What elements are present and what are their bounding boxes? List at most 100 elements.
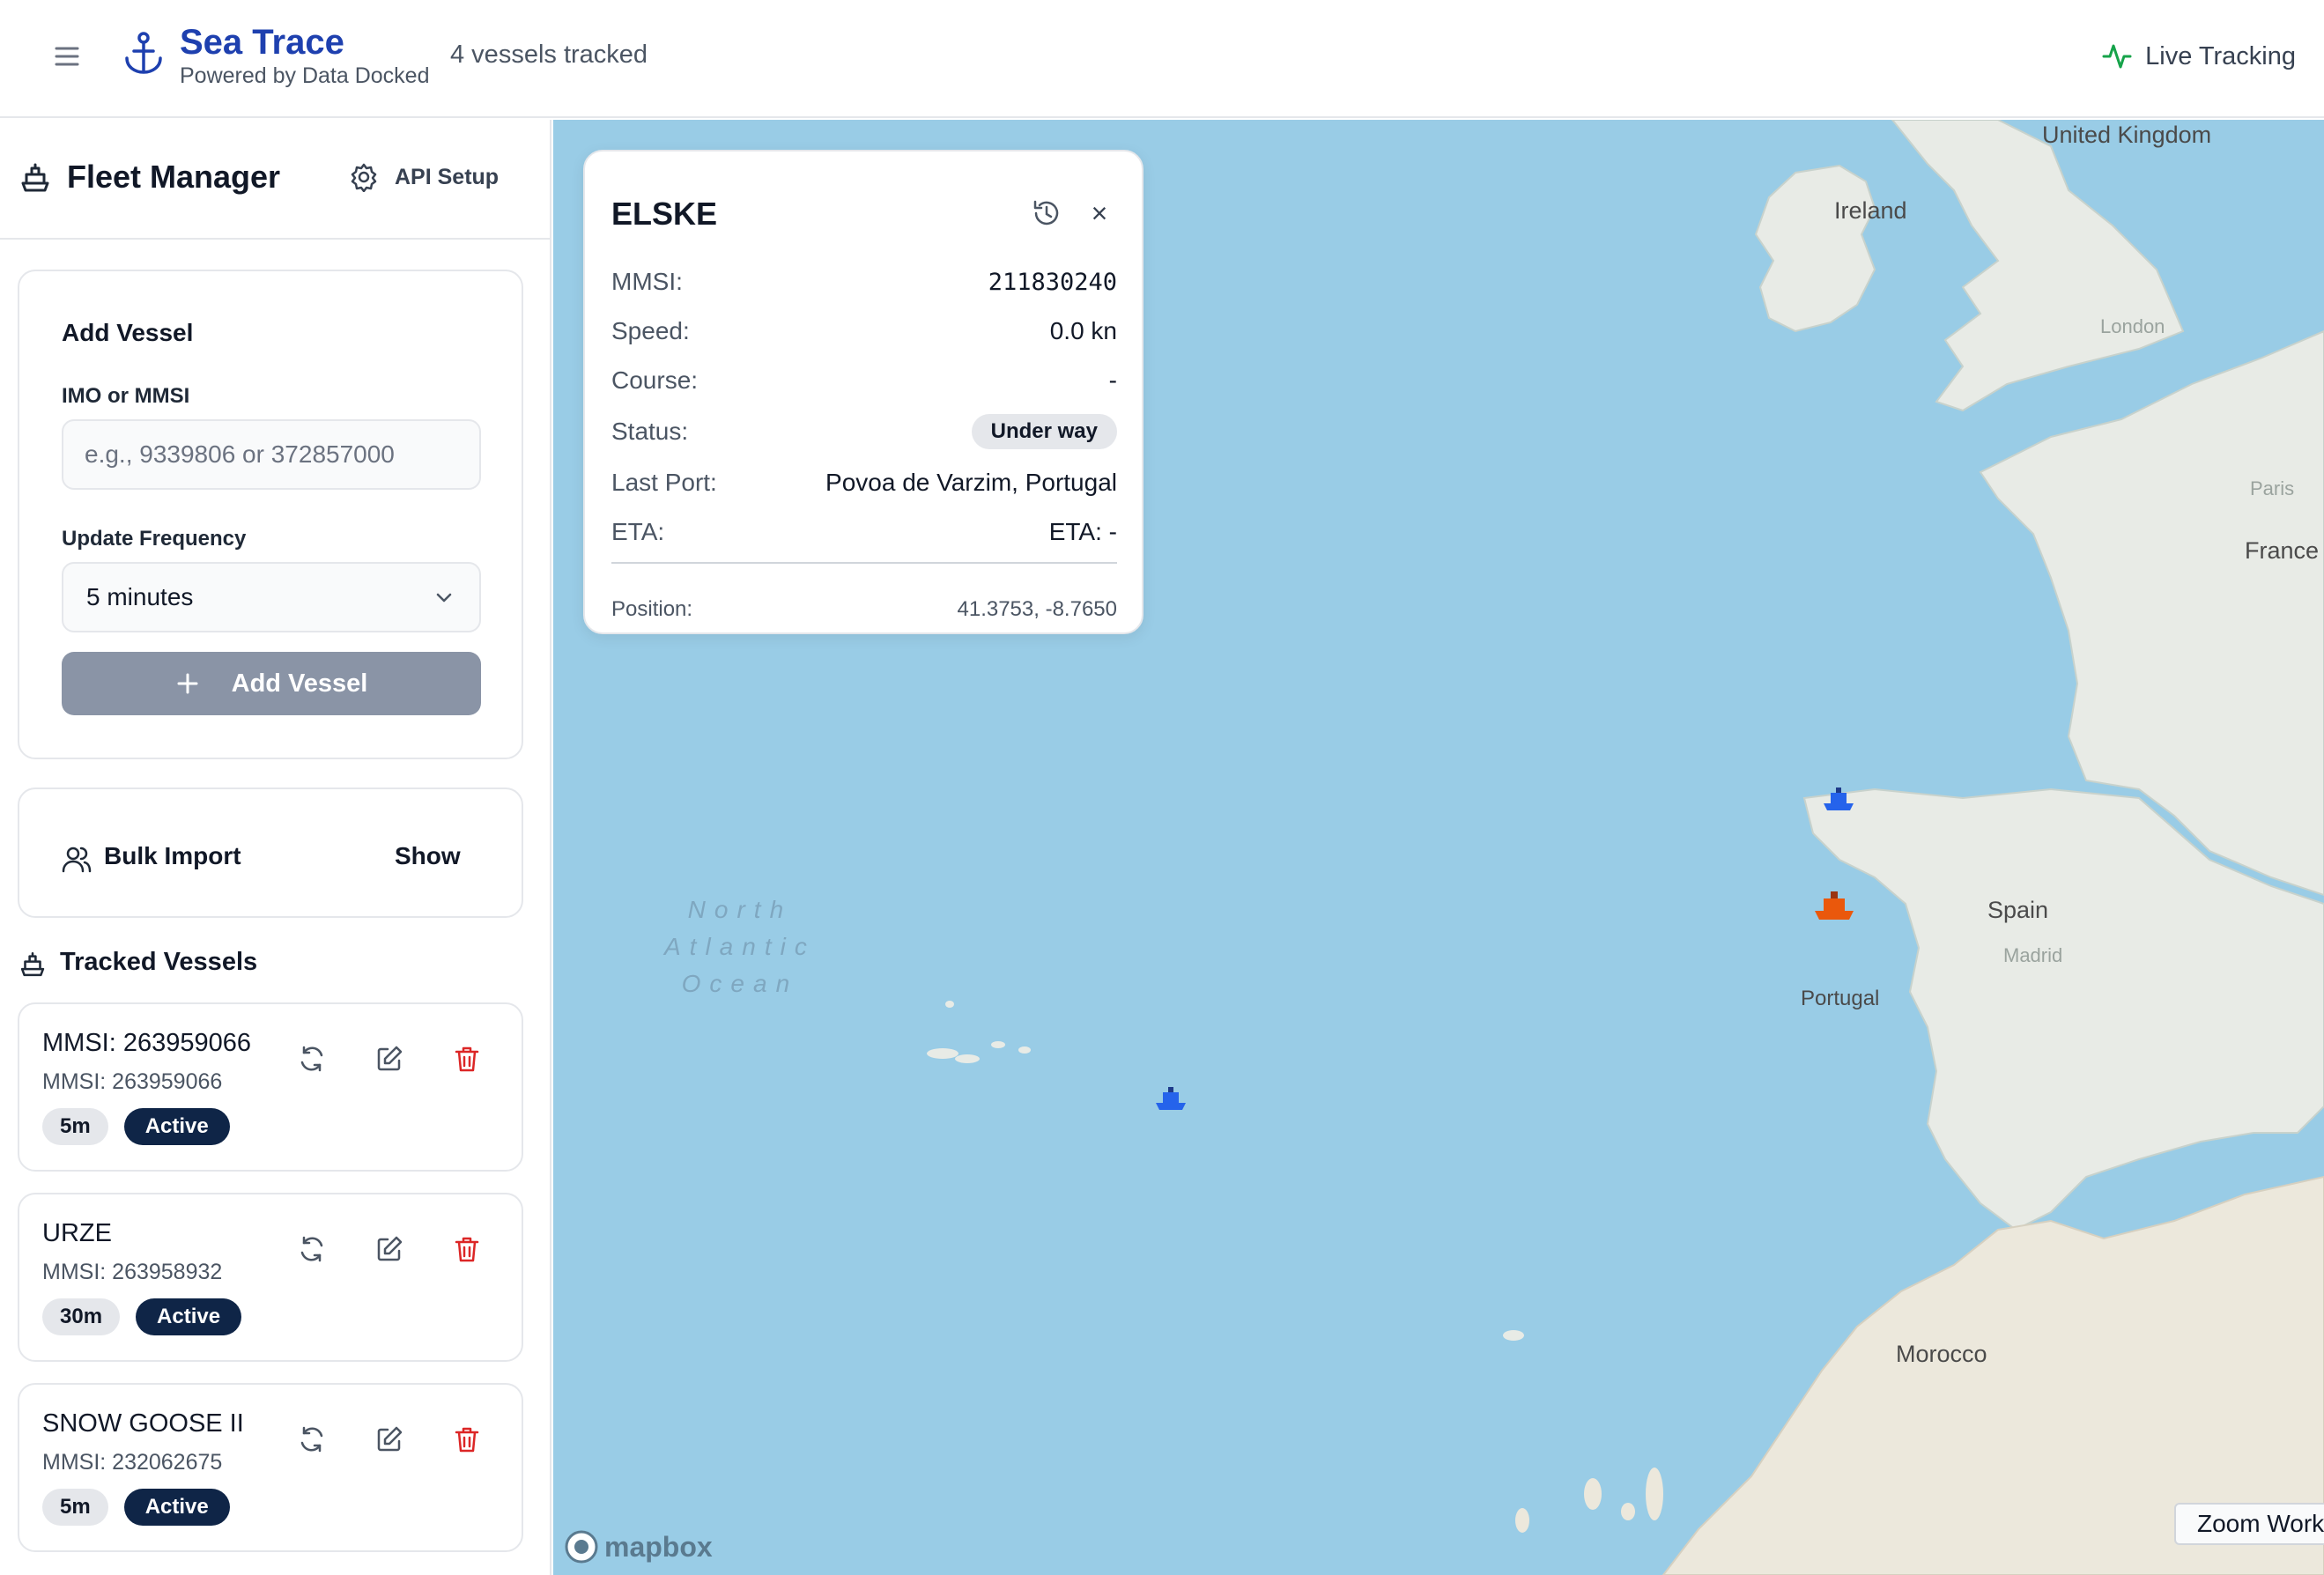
popup-key: ETA: <box>611 518 665 545</box>
map-label-portugal: Portugal <box>1801 987 1880 1010</box>
popup-row-eta: ETA: ETA: - <box>611 514 1117 550</box>
map-label-madrid: Madrid <box>2003 944 2063 966</box>
status-badge: Active <box>123 1108 230 1145</box>
activity-icon <box>2102 44 2132 69</box>
popup-key: Course: <box>611 366 699 394</box>
popup-value: 0.0 kn <box>1049 317 1117 344</box>
trash-icon[interactable] <box>449 1041 485 1076</box>
land-ireland <box>1754 164 1876 333</box>
gear-icon <box>351 163 377 192</box>
brand-title: Sea Trace <box>180 23 344 62</box>
edit-icon[interactable] <box>372 1231 407 1267</box>
popup-value: - <box>1108 366 1117 394</box>
zoom-world-button[interactable]: Zoom Work <box>2174 1503 2324 1545</box>
vessel-marker-selected[interactable] <box>1813 890 1855 928</box>
island-azores-4 <box>1018 1046 1031 1054</box>
add-vessel-title: Add Vessel <box>62 319 194 346</box>
vessel-name: URZE <box>42 1219 112 1247</box>
api-setup-label: API Setup <box>395 164 500 189</box>
island-azores-5 <box>945 1001 954 1008</box>
map-label-france: France <box>2245 537 2320 564</box>
plus-icon <box>177 673 198 694</box>
mapbox-icon <box>565 1530 598 1564</box>
tracked-vessels-title: Tracked Vessels <box>60 948 258 976</box>
frequency-value: 5 minutes <box>86 583 194 610</box>
map-label-uk: United Kingdom <box>2042 122 2212 148</box>
chevron-down-icon <box>436 593 452 603</box>
frequency-select[interactable]: 5 minutes <box>62 562 481 632</box>
island-canary-4 <box>1515 1508 1529 1533</box>
vessel-marker-blue[interactable] <box>1154 1085 1188 1116</box>
status-badge: Active <box>136 1298 242 1335</box>
sidebar-header: Fleet Manager API Setup <box>0 120 550 240</box>
ship-icon <box>18 950 48 980</box>
popup-divider <box>611 562 1117 564</box>
refresh-icon[interactable] <box>294 1231 329 1267</box>
vessel-name: MMSI: 263959066 <box>42 1029 251 1057</box>
map-label-spain: Spain <box>1987 897 2049 923</box>
refresh-icon[interactable] <box>294 1422 329 1457</box>
close-icon[interactable]: × <box>1085 199 1114 227</box>
popup-row-speed: Speed: 0.0 kn <box>611 314 1117 349</box>
vessel-card[interactable]: MMSI: 263959066 MMSI: 263959066 5m Activ… <box>18 1002 523 1172</box>
vessel-card[interactable]: URZE MMSI: 263958932 30m Active <box>18 1193 523 1362</box>
map-label-morocco: Morocco <box>1896 1341 1987 1367</box>
add-vessel-card: Add Vessel IMO or MMSI Update Frequency … <box>18 270 523 759</box>
trash-icon[interactable] <box>449 1231 485 1267</box>
popup-row-status: Status: Under way <box>611 414 1117 449</box>
island-canary-2 <box>1621 1503 1635 1520</box>
users-icon <box>62 844 92 874</box>
ocean-label-line: North <box>687 896 793 923</box>
map-label-ireland: Ireland <box>1834 197 1907 224</box>
bulk-import-card: Bulk Import Show <box>18 788 523 918</box>
popup-row-mmsi: MMSI: 211830240 <box>611 264 1117 299</box>
island-azores-3 <box>991 1041 1005 1048</box>
popup-row-last-port: Last Port: Povoa de Varzim, Portugal <box>611 465 1117 500</box>
vessel-card[interactable]: SNOW GOOSE II MMSI: 232062675 5m Active <box>18 1383 523 1552</box>
edit-icon[interactable] <box>372 1041 407 1076</box>
imo-label: IMO or MMSI <box>62 384 190 408</box>
popup-key: Status: <box>611 418 689 445</box>
ocean-label-line: Atlantic <box>664 933 816 960</box>
island-azores-2 <box>955 1054 980 1063</box>
mapbox-logo[interactable]: mapbox <box>564 1529 713 1564</box>
edit-icon[interactable] <box>372 1422 407 1457</box>
popup-value: 211830240 <box>988 268 1117 296</box>
island-azores-1 <box>927 1048 958 1059</box>
api-setup-button[interactable]: API Setup <box>349 162 499 192</box>
add-vessel-button-label: Add Vessel <box>231 669 368 698</box>
bulk-import-toggle[interactable]: Show <box>395 842 461 870</box>
vessel-marker-blue[interactable] <box>1822 786 1855 817</box>
frequency-label: Update Frequency <box>62 527 247 551</box>
frequency-badge: 30m <box>42 1298 121 1335</box>
add-vessel-button[interactable]: Add Vessel <box>62 652 481 715</box>
ship-icon <box>18 160 53 196</box>
vessel-mmsi: MMSI: 263959066 <box>42 1069 223 1094</box>
live-tracking-indicator: Live Tracking <box>2101 39 2296 74</box>
map-label-london: London <box>2100 315 2165 337</box>
island-madeira <box>1503 1330 1524 1341</box>
trash-icon[interactable] <box>449 1422 485 1457</box>
popup-key: Last Port: <box>611 469 717 496</box>
ocean-label-line: Ocean <box>681 970 799 997</box>
sidebar: Fleet Manager API Setup Add Vessel IMO o… <box>0 120 551 1575</box>
imo-input[interactable] <box>62 419 481 490</box>
history-icon[interactable] <box>1031 197 1062 229</box>
popup-value: ETA: - <box>1048 518 1117 545</box>
bulk-import-title: Bulk Import <box>104 842 241 869</box>
map-label-paris: Paris <box>2250 477 2295 499</box>
refresh-icon[interactable] <box>294 1041 329 1076</box>
island-canary-1 <box>1584 1478 1602 1510</box>
menu-icon[interactable] <box>49 39 85 74</box>
ocean-label: North Atlantic Ocean <box>664 891 816 1002</box>
sidebar-title: Fleet Manager <box>67 159 281 195</box>
vessel-name: SNOW GOOSE II <box>42 1409 244 1438</box>
anchor-icon <box>122 30 166 78</box>
popup-key: Speed: <box>611 317 690 344</box>
vessel-mmsi: MMSI: 263958932 <box>42 1260 223 1284</box>
popup-key: MMSI: <box>611 268 683 295</box>
popup-row-course: Course: - <box>611 363 1117 398</box>
popup-value: 41.3753, -8.7650 <box>957 597 1118 621</box>
popup-key: Position: <box>611 597 693 621</box>
frequency-badge: 5m <box>42 1489 108 1526</box>
